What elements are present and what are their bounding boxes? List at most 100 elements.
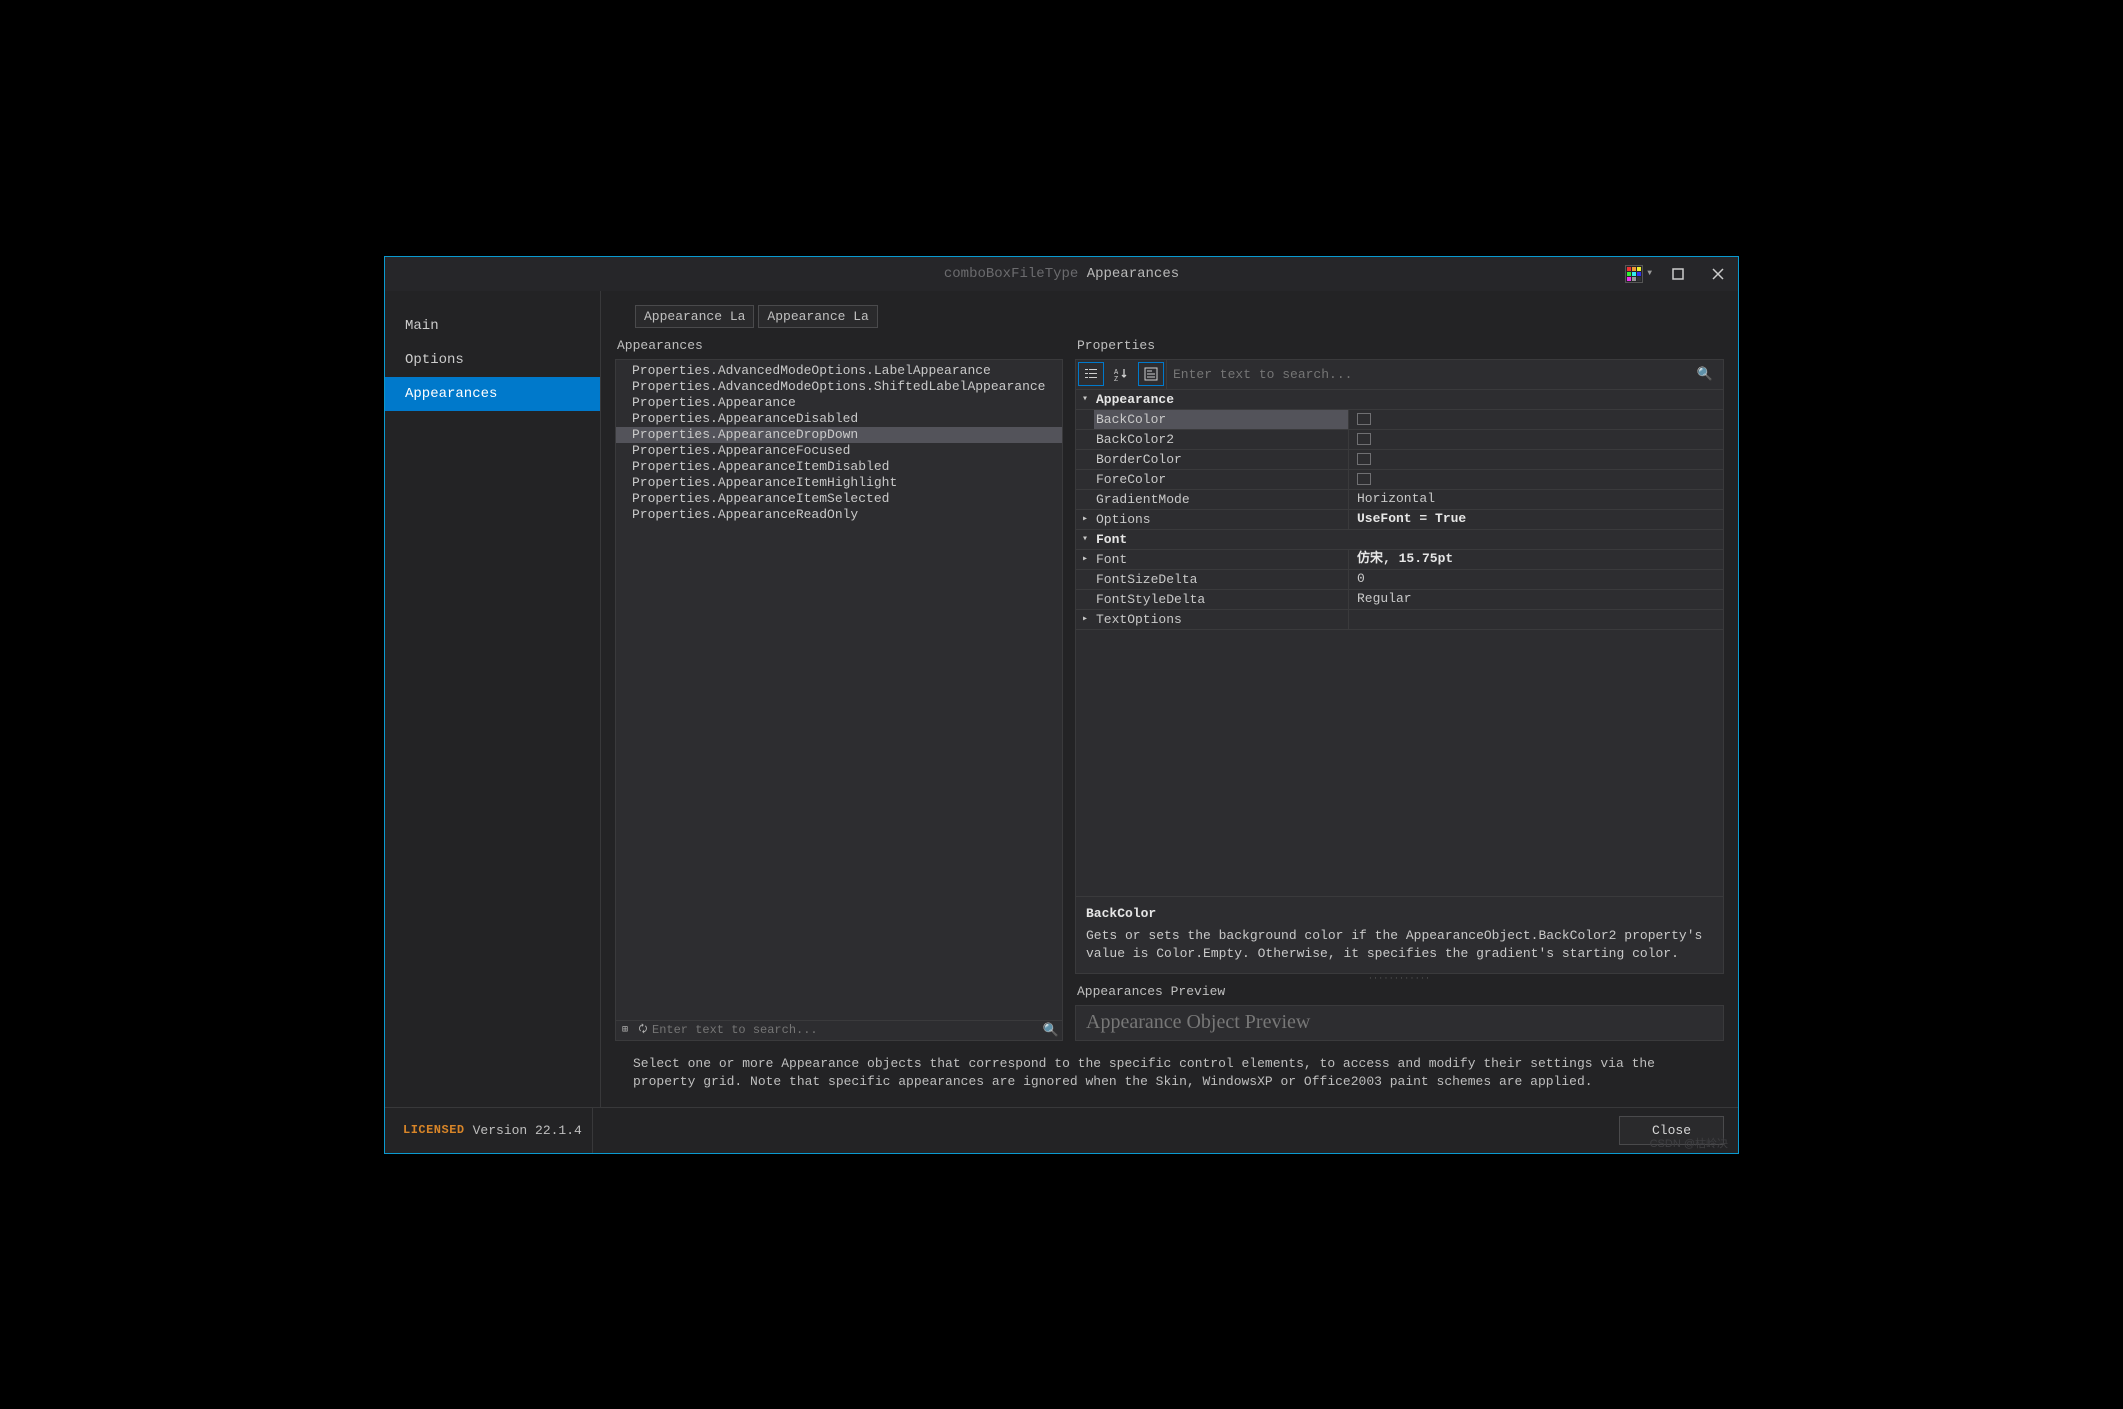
propgrid-row[interactable]: BackColor xyxy=(1076,410,1723,430)
title-main: Appearances xyxy=(1087,266,1179,282)
licensed-badge: LICENSED xyxy=(403,1123,465,1137)
help-text: Select one or more Appearance objects th… xyxy=(615,1041,1724,1101)
prop-value[interactable] xyxy=(1349,430,1723,449)
propgrid-row[interactable]: FontSizeDelta 0 xyxy=(1076,570,1723,590)
search-icon[interactable]: 🔍 xyxy=(1040,1023,1062,1038)
list-item[interactable]: Properties.Appearance xyxy=(616,395,1062,411)
dialog-window: comboBoxFileType Appearances ▼ Main Opti xyxy=(384,256,1739,1154)
appearances-search-input[interactable] xyxy=(652,1023,1040,1037)
propgrid-row[interactable]: ForeColor xyxy=(1076,470,1723,490)
propgrid-row[interactable]: ▸ Options UseFont = True xyxy=(1076,510,1723,530)
list-expand-icon[interactable]: ⊞ xyxy=(616,1024,634,1036)
prop-name: Options xyxy=(1094,510,1349,529)
list-item[interactable]: Properties.AppearanceDisabled xyxy=(616,411,1062,427)
list-item[interactable]: Properties.AdvancedModeOptions.ShiftedLa… xyxy=(616,379,1062,395)
prop-value[interactable]: 仿宋, 15.75pt xyxy=(1349,550,1723,569)
close-button[interactable]: Close xyxy=(1619,1116,1724,1145)
propgrid-description: BackColor Gets or sets the background co… xyxy=(1075,897,1724,974)
color-palette-button[interactable]: ▼ xyxy=(1625,265,1654,283)
list-item[interactable]: Properties.AppearanceItemHighlight xyxy=(616,475,1062,491)
properties-heading: Properties xyxy=(1075,338,1724,353)
list-refresh-icon[interactable]: 🗘 xyxy=(634,1022,652,1039)
color-swatch xyxy=(1357,453,1371,465)
propgrid-row[interactable]: BackColor2 xyxy=(1076,430,1723,450)
prop-value[interactable]: Regular xyxy=(1349,590,1723,609)
title-prefix: comboBoxFileType xyxy=(944,266,1078,282)
prop-value[interactable] xyxy=(1349,610,1723,629)
appearances-search-row: ⊞ 🗘 🔍 xyxy=(616,1020,1062,1040)
maximize-button[interactable] xyxy=(1658,260,1698,288)
expand-toggle-icon[interactable]: ▾ xyxy=(1076,530,1094,549)
propgrid-category[interactable]: ▾ Font xyxy=(1076,530,1723,550)
search-icon[interactable]: 🔍 xyxy=(1693,367,1717,382)
close-icon xyxy=(1712,268,1724,280)
prop-value[interactable]: UseFont = True xyxy=(1349,510,1723,529)
appearances-listbox: Properties.AdvancedModeOptions.LabelAppe… xyxy=(615,359,1063,1041)
property-pages-icon xyxy=(1143,366,1159,382)
propgrid-row[interactable]: ▸ Font 仿宋, 15.75pt xyxy=(1076,550,1723,570)
sidebar: Main Options Appearances xyxy=(385,291,601,1107)
alphabetical-icon: AZ xyxy=(1113,366,1129,382)
title-bar: comboBoxFileType Appearances ▼ xyxy=(385,257,1738,291)
maximize-icon xyxy=(1672,268,1684,280)
description-text: Gets or sets the background color if the… xyxy=(1086,927,1713,963)
propgrid-search-input[interactable] xyxy=(1173,367,1693,382)
prop-value[interactable] xyxy=(1349,410,1723,429)
list-item[interactable]: Properties.AppearanceFocused xyxy=(616,443,1062,459)
sidebar-item-options[interactable]: Options xyxy=(385,343,600,377)
alphabetical-button[interactable]: AZ xyxy=(1108,362,1134,386)
propgrid-row[interactable]: GradientMode Horizontal xyxy=(1076,490,1723,510)
prop-name: BackColor xyxy=(1094,410,1349,429)
prop-name: Font xyxy=(1094,550,1349,569)
footer: LICENSED Version 22.1.4 Close xyxy=(385,1107,1738,1153)
appearances-column: Appearances Properties.AdvancedModeOptio… xyxy=(615,338,1063,1041)
prop-value[interactable]: 0 xyxy=(1349,570,1723,589)
prop-name: TextOptions xyxy=(1094,610,1349,629)
preview-heading: Appearances Preview xyxy=(1077,984,1724,999)
preview-box: Appearance Object Preview xyxy=(1075,1005,1724,1041)
expand-toggle-icon[interactable]: ▸ xyxy=(1076,550,1094,569)
categorized-icon xyxy=(1083,366,1099,382)
tabs: Appearance La Appearance La xyxy=(615,305,1724,328)
prop-value[interactable]: Horizontal xyxy=(1349,490,1723,509)
list-item[interactable]: Properties.AppearanceItemDisabled xyxy=(616,459,1062,475)
propgrid-category[interactable]: ▾ Appearance xyxy=(1076,390,1723,410)
propgrid-row[interactable]: ▸ TextOptions xyxy=(1076,610,1723,630)
version-label: Version 22.1.4 xyxy=(473,1123,582,1138)
prop-name: GradientMode xyxy=(1094,490,1349,509)
prop-name: BorderColor xyxy=(1094,450,1349,469)
color-palette-icon xyxy=(1625,265,1643,283)
dialog-body: Main Options Appearances Appearance La A… xyxy=(385,291,1738,1153)
description-title: BackColor xyxy=(1086,905,1713,923)
appearances-list-items[interactable]: Properties.AdvancedModeOptions.LabelAppe… xyxy=(616,360,1062,1020)
expand-toggle-icon[interactable]: ▾ xyxy=(1076,390,1094,409)
list-item[interactable]: Properties.AppearanceReadOnly xyxy=(616,507,1062,523)
list-item[interactable]: Properties.AppearanceItemSelected xyxy=(616,491,1062,507)
sidebar-item-appearances[interactable]: Appearances xyxy=(385,377,600,411)
prop-value[interactable] xyxy=(1349,470,1723,489)
categorized-button[interactable] xyxy=(1078,362,1104,386)
propgrid-toolbar: AZ 🔍 xyxy=(1075,359,1724,389)
propgrid-row[interactable]: BorderColor xyxy=(1076,450,1723,470)
prop-name: ForeColor xyxy=(1094,470,1349,489)
tab-appearance-2[interactable]: Appearance La xyxy=(758,305,877,328)
prop-value[interactable] xyxy=(1349,450,1723,469)
prop-name: FontStyleDelta xyxy=(1094,590,1349,609)
list-item[interactable]: Properties.AdvancedModeOptions.LabelAppe… xyxy=(616,363,1062,379)
sidebar-item-main[interactable]: Main xyxy=(385,309,600,343)
properties-column: Properties AZ xyxy=(1075,338,1724,1041)
list-item[interactable]: Properties.AppearanceDropDown xyxy=(616,427,1062,443)
tab-appearance-1[interactable]: Appearance La xyxy=(635,305,754,328)
chevron-down-icon: ▼ xyxy=(1647,269,1652,278)
appearances-heading: Appearances xyxy=(615,338,1063,353)
expand-toggle-icon[interactable]: ▸ xyxy=(1076,510,1094,529)
close-window-button[interactable] xyxy=(1698,260,1738,288)
prop-name: BackColor2 xyxy=(1094,430,1349,449)
prop-name: FontSizeDelta xyxy=(1094,570,1349,589)
color-swatch xyxy=(1357,413,1371,425)
property-grid[interactable]: ▾ Appearance BackColor BackColor2 xyxy=(1075,389,1724,897)
propgrid-row[interactable]: FontStyleDelta Regular xyxy=(1076,590,1723,610)
property-pages-button[interactable] xyxy=(1138,362,1164,386)
horizontal-splitter[interactable]: ············ xyxy=(1075,974,1724,984)
expand-toggle-icon[interactable]: ▸ xyxy=(1076,610,1094,629)
